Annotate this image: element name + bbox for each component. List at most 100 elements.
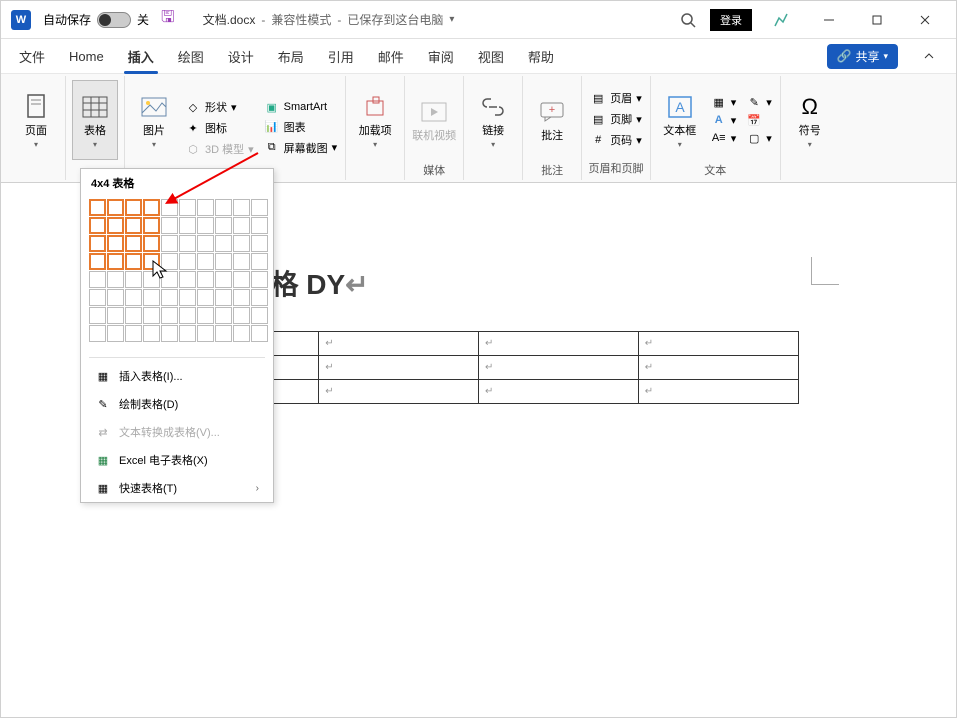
smartart-button[interactable]: ▣ SmartArt xyxy=(262,100,340,115)
model3d-button[interactable]: ⬡ 3D 模型 ▾ xyxy=(183,140,256,158)
tab-help[interactable]: 帮助 xyxy=(518,41,564,72)
grid-cell[interactable] xyxy=(107,307,124,324)
share-button[interactable]: 🔗 共享 ▾ xyxy=(827,44,899,69)
grid-cell[interactable] xyxy=(125,199,142,216)
table-grid-picker[interactable] xyxy=(81,199,273,353)
grid-cell[interactable] xyxy=(143,271,160,288)
grid-cell[interactable] xyxy=(179,289,196,306)
grid-cell[interactable] xyxy=(179,253,196,270)
grid-cell[interactable] xyxy=(125,325,142,342)
search-icon[interactable] xyxy=(676,8,700,32)
quick-parts-button[interactable]: ▦▾ xyxy=(709,95,739,110)
grid-cell[interactable] xyxy=(89,289,106,306)
grid-cell[interactable] xyxy=(197,271,214,288)
grid-cell[interactable] xyxy=(179,307,196,324)
grid-cell[interactable] xyxy=(197,235,214,252)
symbol-button[interactable]: Ω 符号 ▾ xyxy=(787,80,833,160)
picture-button[interactable]: 图片 ▾ xyxy=(131,80,177,160)
grid-cell[interactable] xyxy=(197,217,214,234)
grid-cell[interactable] xyxy=(161,271,178,288)
chevron-down-icon[interactable]: ▾ xyxy=(449,14,454,25)
document-title[interactable]: 文档.docx - 兼容性模式 - 已保存到这台电脑 ▾ xyxy=(203,11,455,28)
tab-home[interactable]: Home xyxy=(59,43,114,70)
grid-cell[interactable] xyxy=(161,235,178,252)
header-button[interactable]: ▤ 页眉 ▾ xyxy=(588,89,644,107)
grid-cell[interactable] xyxy=(89,199,106,216)
tab-insert[interactable]: 插入 xyxy=(118,41,164,72)
screenshot-button[interactable]: ⧉ 屏幕截图 ▾ xyxy=(262,139,340,157)
grid-cell[interactable] xyxy=(107,235,124,252)
table-cell[interactable]: ↵ xyxy=(319,380,479,404)
grid-cell[interactable] xyxy=(251,235,268,252)
grid-cell[interactable] xyxy=(161,253,178,270)
grid-cell[interactable] xyxy=(179,217,196,234)
grid-cell[interactable] xyxy=(251,253,268,270)
login-button[interactable]: 登录 xyxy=(710,9,752,31)
addins-button[interactable]: 加载项 ▾ xyxy=(352,80,398,160)
tab-mail[interactable]: 邮件 xyxy=(368,41,414,72)
grid-cell[interactable] xyxy=(251,217,268,234)
table-cell[interactable]: ↵ xyxy=(479,332,639,356)
grid-cell[interactable] xyxy=(251,289,268,306)
grid-cell[interactable] xyxy=(143,235,160,252)
grid-cell[interactable] xyxy=(233,325,250,342)
grid-cell[interactable] xyxy=(107,253,124,270)
table-cell[interactable]: ↵ xyxy=(638,356,798,380)
close-button[interactable] xyxy=(906,5,944,35)
grid-cell[interactable] xyxy=(215,289,232,306)
grid-cell[interactable] xyxy=(251,199,268,216)
grid-cell[interactable] xyxy=(233,289,250,306)
tab-file[interactable]: 文件 xyxy=(9,41,55,72)
grid-cell[interactable] xyxy=(89,271,106,288)
minimize-button[interactable] xyxy=(810,5,848,35)
grid-cell[interactable] xyxy=(215,253,232,270)
grid-cell[interactable] xyxy=(107,325,124,342)
grid-cell[interactable] xyxy=(179,325,196,342)
signature-button[interactable]: ✎▾ xyxy=(744,95,774,110)
grid-cell[interactable] xyxy=(125,217,142,234)
shapes-button[interactable]: ◇ 形状 ▾ xyxy=(183,98,256,116)
table-button[interactable]: 表格 ▾ xyxy=(72,80,118,160)
grid-cell[interactable] xyxy=(125,289,142,306)
grid-cell[interactable] xyxy=(233,199,250,216)
grid-cell[interactable] xyxy=(125,271,142,288)
grid-cell[interactable] xyxy=(161,307,178,324)
grid-cell[interactable] xyxy=(233,307,250,324)
grid-cell[interactable] xyxy=(125,235,142,252)
comment-button[interactable]: + 批注 xyxy=(529,80,575,160)
tab-references[interactable]: 引用 xyxy=(318,41,364,72)
grid-cell[interactable] xyxy=(107,271,124,288)
grid-cell[interactable] xyxy=(251,307,268,324)
grid-cell[interactable] xyxy=(215,235,232,252)
table-cell[interactable]: ↵ xyxy=(638,380,798,404)
wordart-button[interactable]: A▾ xyxy=(709,113,739,128)
grid-cell[interactable] xyxy=(107,289,124,306)
grid-cell[interactable] xyxy=(143,289,160,306)
grid-cell[interactable] xyxy=(161,325,178,342)
page-number-button[interactable]: # 页码 ▾ xyxy=(588,131,644,149)
grid-cell[interactable] xyxy=(143,253,160,270)
grid-cell[interactable] xyxy=(107,199,124,216)
chart-button[interactable]: 📊 图表 xyxy=(262,118,340,136)
online-video-button[interactable]: 联机视频 xyxy=(411,80,457,160)
dropcap-button[interactable]: A≡▾ xyxy=(709,131,739,146)
grid-cell[interactable] xyxy=(233,271,250,288)
menu-excel-table[interactable]: ▦ Excel 电子表格(X) xyxy=(81,446,273,474)
grid-cell[interactable] xyxy=(233,217,250,234)
grid-cell[interactable] xyxy=(143,307,160,324)
textbox-button[interactable]: A 文本框 ▾ xyxy=(657,80,703,160)
collapse-ribbon-icon[interactable] xyxy=(910,41,948,71)
grid-cell[interactable] xyxy=(215,325,232,342)
table-cell[interactable]: ↵ xyxy=(319,356,479,380)
grid-cell[interactable] xyxy=(215,199,232,216)
tab-draw[interactable]: 绘图 xyxy=(168,41,214,72)
grid-cell[interactable] xyxy=(161,217,178,234)
maximize-button[interactable] xyxy=(858,5,896,35)
grid-cell[interactable] xyxy=(89,307,106,324)
grid-cell[interactable] xyxy=(89,325,106,342)
tab-view[interactable]: 视图 xyxy=(468,41,514,72)
table-cell[interactable]: ↵ xyxy=(319,332,479,356)
grid-cell[interactable] xyxy=(143,199,160,216)
pages-button[interactable]: 页面 ▾ xyxy=(13,80,59,160)
tab-design[interactable]: 设计 xyxy=(218,41,264,72)
